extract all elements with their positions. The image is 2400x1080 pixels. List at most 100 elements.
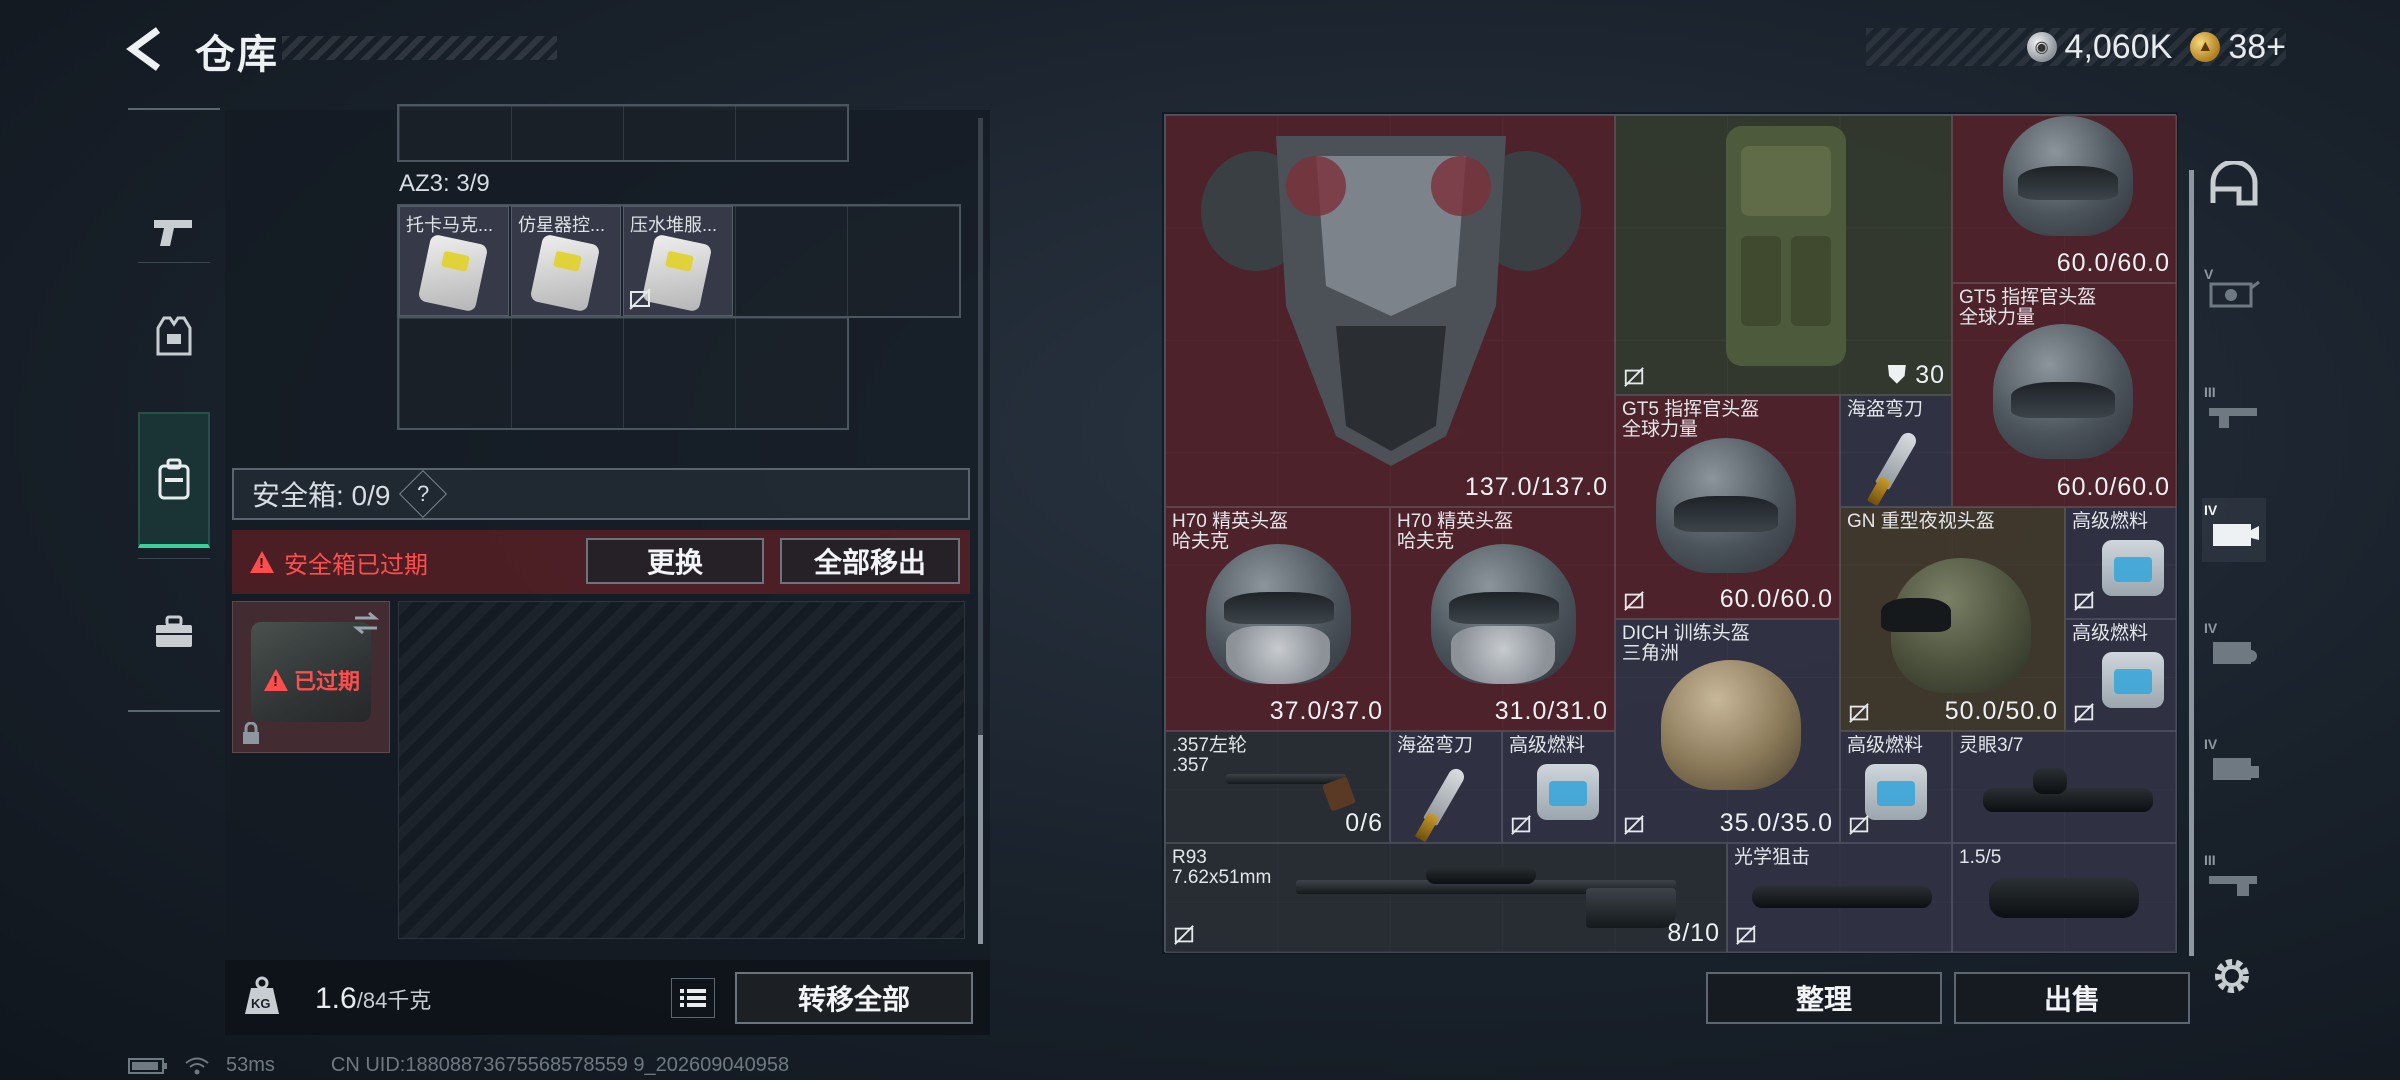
inventory-item-knife[interactable]: 海盗弯刀 xyxy=(1840,395,1952,507)
inventory-item-knife[interactable]: 海盗弯刀 xyxy=(1390,731,1502,843)
storage-item[interactable]: 仿星器控... xyxy=(511,206,621,316)
scope-icon xyxy=(1989,878,2139,918)
no-sell-icon xyxy=(1174,925,1194,945)
nav-backpack[interactable] xyxy=(138,412,210,548)
inventory-item-backpack[interactable]: ⛊ 30 xyxy=(1615,115,1952,395)
inventory-item-h70-helmet[interactable]: H70 精英头盔 哈夫克 31.0/31.0 xyxy=(1390,507,1615,731)
nav-gear[interactable] xyxy=(138,268,210,404)
item-faction: 三角洲 xyxy=(1622,643,1680,664)
currency-gold[interactable]: ▲ 38+ xyxy=(2190,28,2286,67)
storage-item-name: 托卡马克... xyxy=(406,215,494,235)
settings-button[interactable] xyxy=(2208,952,2260,1004)
inventory-item-gt5-helmet[interactable]: GT5 指挥官头盔 全球力量 60.0/60.0 xyxy=(1952,283,2177,507)
currency-silver-amount: 4,060K xyxy=(2064,27,2173,66)
filter-tier-iv-active[interactable]: IV xyxy=(2202,498,2266,562)
scope-sensor-icon xyxy=(2033,768,2067,794)
filter-tier-v[interactable]: V xyxy=(2202,262,2266,326)
storage-item[interactable]: 压水堆服... xyxy=(623,206,733,316)
helmet-icon xyxy=(1661,660,1801,790)
inventory-item-revolver[interactable]: .357左轮 .357 0/6 xyxy=(1165,731,1390,843)
help-button[interactable]: ? xyxy=(399,469,448,519)
item-faction: 哈夫克 xyxy=(1172,531,1230,552)
no-sell-icon xyxy=(2074,591,2094,611)
item-faction: 全球力量 xyxy=(1959,307,2036,328)
storage-grid-top xyxy=(397,104,849,162)
filter-tier-label: V xyxy=(2204,266,2214,282)
item-name: 高级燃料 xyxy=(2072,623,2149,644)
nav-divider xyxy=(138,262,210,263)
move-all-out-button[interactable]: 全部移出 xyxy=(780,538,960,584)
durability: 60.0/60.0 xyxy=(2056,473,2170,501)
storage-grid-row2 xyxy=(397,316,849,430)
inventory-item-optic-sniper[interactable]: 光学狙击 xyxy=(1727,843,1952,953)
expired-message: 安全箱已过期 xyxy=(250,545,428,580)
rifle-stock-icon xyxy=(1586,888,1676,928)
back-button[interactable] xyxy=(120,22,170,76)
filter-helmet[interactable] xyxy=(2202,152,2266,216)
silver-coin-icon: ◉ xyxy=(2026,32,2057,62)
inventory-item-scope-1-5[interactable]: 1.5/5 xyxy=(1952,843,2177,953)
knife-icon xyxy=(1875,430,1919,490)
durability: 37.0/37.0 xyxy=(1269,697,1383,725)
inventory-item-gn-helmet[interactable]: GN 重型夜视头盔 50.0/50.0 xyxy=(1840,507,2065,731)
inventory-item-helmet[interactable]: 60.0/60.0 xyxy=(1952,115,2177,283)
inventory-item-fuel[interactable]: 高级燃料 xyxy=(2065,507,2177,619)
ammo-count: 8/10 xyxy=(1667,919,1720,947)
durability: 60.0/60.0 xyxy=(2056,249,2170,277)
helmet-icon xyxy=(1206,544,1351,684)
inventory-item-fuel[interactable]: 高级燃料 xyxy=(1840,731,1952,843)
weight-icon: KG xyxy=(243,976,281,1016)
body-armor-icon xyxy=(1201,136,1581,466)
inventory-item-fuel[interactable]: 高级燃料 xyxy=(1502,731,1615,843)
safe-box-item[interactable]: 已过期 xyxy=(232,601,390,753)
storage-capacity: AZ3: 3/9 xyxy=(399,170,490,197)
durability: 35.0/35.0 xyxy=(1719,809,1833,837)
rifle-scope-icon xyxy=(1426,866,1536,884)
filter-tier-iii[interactable]: III xyxy=(2202,380,2266,444)
filter-tier-iii-b[interactable]: III xyxy=(2202,848,2266,912)
capacity-value: 30 xyxy=(1915,361,1945,389)
filter-tier-label: IV xyxy=(2204,736,2218,752)
item-name: 光学狙击 xyxy=(1734,847,1811,868)
pistol-icon xyxy=(154,220,192,246)
filter-tier-label: IV xyxy=(2204,620,2218,636)
nav-toolbox[interactable] xyxy=(138,564,210,700)
transfer-all-button[interactable]: 转移全部 xyxy=(735,972,973,1024)
storage-scrollbar[interactable] xyxy=(978,735,983,944)
durability: 137.0/137.0 xyxy=(1464,473,1608,501)
chevron-left-icon xyxy=(126,27,161,71)
inventory-item-fuel[interactable]: 高级燃料 xyxy=(2065,619,2177,731)
sort-button[interactable]: 整理 xyxy=(1706,972,1942,1024)
filter-tier-iv-c[interactable]: IV xyxy=(2202,732,2266,796)
filter-tier-label: III xyxy=(2204,852,2216,868)
inventory-item-dich-helmet[interactable]: DICH 训练头盔 三角洲 35.0/35.0 xyxy=(1615,619,1840,843)
warning-icon xyxy=(250,551,274,573)
filter-tier-iv-b[interactable]: IV xyxy=(2202,616,2266,680)
safe-box-grid[interactable] xyxy=(398,601,965,939)
inventory-item-armor[interactable]: 137.0/137.0 xyxy=(1165,115,1615,507)
storage-item[interactable]: 托卡马克... xyxy=(399,206,509,316)
capacity: ⛊ 30 xyxy=(1887,361,1945,390)
currency-silver[interactable]: ◉ 4,060K xyxy=(2026,27,2173,67)
inventory-item-lingyan-scope[interactable]: 灵眼3/7 xyxy=(1952,731,2177,843)
inventory-scrollbar[interactable] xyxy=(2189,170,2194,956)
item-name: GT5 指挥官头盔 xyxy=(1622,399,1760,420)
vehicle-filter-icon xyxy=(2209,280,2260,308)
weight-icon-label: KG xyxy=(251,996,271,1011)
inventory-item-gt5-helmet[interactable]: GT5 指挥官头盔 全球力量 60.0/60.0 xyxy=(1615,395,1840,619)
inventory-item-r93[interactable]: R93 7.62x51mm 8/10 xyxy=(1165,843,1727,953)
scope-icon xyxy=(1752,886,1932,908)
expired-message-text: 安全箱已过期 xyxy=(284,551,428,579)
fuel-can-icon xyxy=(1537,764,1599,820)
list-view-button[interactable] xyxy=(671,978,715,1018)
replace-button[interactable]: 更换 xyxy=(586,538,764,584)
item-name: H70 精英头盔 xyxy=(1397,511,1514,532)
item-name: DICH 训练头盔 xyxy=(1622,623,1750,644)
item-name: H70 精英头盔 xyxy=(1172,511,1289,532)
sell-button[interactable]: 出售 xyxy=(1954,972,2190,1024)
battery-icon xyxy=(128,1057,167,1074)
inventory-item-h70-helmet[interactable]: H70 精英头盔 哈夫克 37.0/37.0 xyxy=(1165,507,1390,731)
lock-icon xyxy=(243,722,259,744)
no-sell-icon xyxy=(1736,925,1756,945)
weight-max: /84千克 xyxy=(356,988,432,1013)
